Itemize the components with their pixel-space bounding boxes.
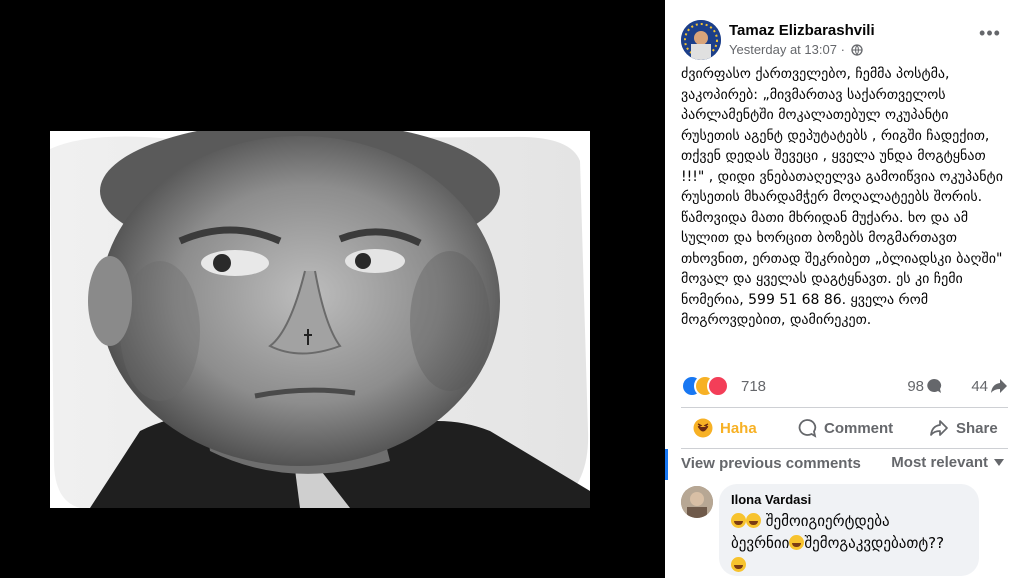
share-button[interactable]: Share [929, 410, 998, 446]
shares-count-value: 44 [971, 378, 988, 395]
comment-line-2a: ბევრნიი [731, 534, 790, 552]
reactions-count[interactable]: 718 [741, 378, 766, 395]
media-viewer [0, 0, 665, 578]
author-avatar[interactable] [681, 20, 721, 60]
comment-line-1: შემოიგიერტდება [765, 512, 890, 530]
share-icon [929, 418, 949, 438]
view-previous-comments-link[interactable]: View previous comments [681, 455, 861, 472]
shares-count[interactable]: 44 [971, 378, 1008, 395]
comment-sort-dropdown[interactable]: Most relevant [891, 454, 1004, 471]
more-options-icon[interactable]: ••• [978, 24, 1002, 46]
post-text: ძვირფასო ქართველებო, ჩემმა პოსტმა, ვაკოპ… [681, 66, 1003, 328]
avatar-image [681, 20, 721, 60]
commenter-avatar-image [681, 486, 713, 518]
globe-icon [850, 44, 863, 56]
grin-emoji-icon [746, 513, 761, 528]
meta-separator: · [840, 42, 845, 57]
divider [681, 407, 1008, 408]
commenter-avatar[interactable] [681, 486, 713, 518]
reaction-icons[interactable] [681, 375, 741, 397]
comments-count[interactable]: 98 [907, 378, 942, 395]
haha-label: Haha [720, 419, 757, 437]
love-reaction-icon [707, 375, 729, 397]
post-photo[interactable] [50, 131, 590, 508]
grin-emoji-icon [789, 535, 805, 550]
haha-icon [693, 418, 713, 438]
commenter-name[interactable]: Ilona Vardasi [731, 492, 811, 507]
author-name[interactable]: Tamaz Elizbarashvili [729, 22, 875, 39]
share-arrow-icon [991, 379, 1007, 393]
focus-indicator [665, 449, 668, 480]
post-panel: Tamaz Elizbarashvili Yesterday at 13:07 … [665, 0, 1024, 578]
share-label: Share [956, 419, 998, 437]
grin-emoji-icon [731, 513, 746, 528]
post-timestamp[interactable]: Yesterday at 13:07 [729, 42, 837, 57]
grin-emoji-icon [731, 557, 746, 572]
divider [681, 448, 1008, 449]
chevron-down-icon [994, 459, 1004, 466]
comment-line-2b: შემოგაკვდებათტ?? [804, 534, 945, 552]
post-actions: Haha Comment Share [681, 410, 1008, 446]
comment-text: შემოიგიერტდება ბევრნიი შემოგაკვდებათტ?? [731, 510, 969, 576]
comment-item: Ilona Vardasi შემოიგიერტდება ბევრნიი შემო… [681, 484, 1008, 578]
comment-bubble-icon [927, 378, 942, 393]
haha-button[interactable]: Haha [693, 410, 757, 446]
post-header: Tamaz Elizbarashvili Yesterday at 13:07 … [681, 16, 1012, 60]
sort-label: Most relevant [891, 454, 988, 471]
portrait-image [50, 131, 590, 508]
comment-bubble: Ilona Vardasi შემოიგიერტდება ბევრნიი შემო… [719, 484, 979, 576]
comments-count-value: 98 [907, 378, 924, 395]
comment-label: Comment [824, 419, 894, 437]
post-meta: Yesterday at 13:07 · [729, 42, 863, 57]
comment-icon [797, 418, 817, 438]
comment-button[interactable]: Comment [797, 410, 893, 446]
reactions-summary: 718 98 44 [681, 375, 1008, 399]
